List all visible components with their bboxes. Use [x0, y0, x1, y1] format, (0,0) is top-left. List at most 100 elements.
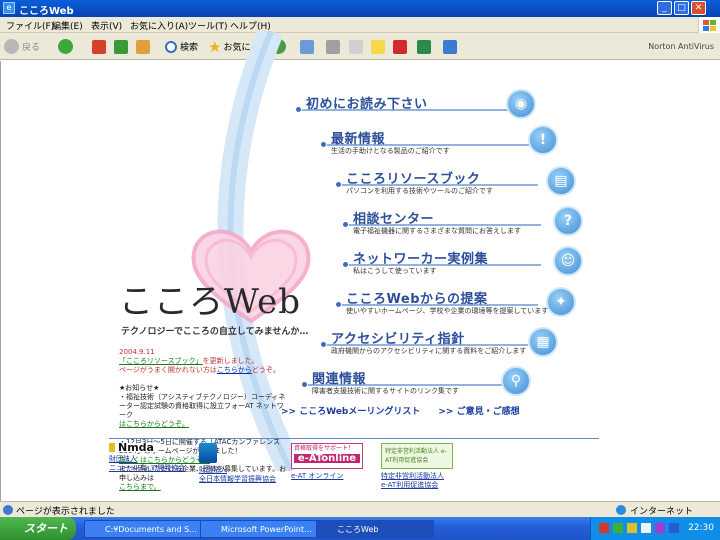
entry-description: 障害者支援技術に関するサイトのリンク集です	[312, 387, 459, 395]
tray-icon[interactable]	[669, 523, 679, 533]
search-label: 検索	[180, 43, 199, 53]
status-text: ページが表示されました	[16, 507, 115, 517]
org-line: e-AT オンライン	[291, 472, 344, 480]
entry-label[interactable]: 最新情報	[331, 128, 385, 147]
refresh-button[interactable]	[114, 38, 128, 55]
entry-bullet	[342, 261, 349, 268]
news-text: ページがうまく開かれない方は	[119, 366, 217, 374]
site-logo[interactable]: こころWeb	[119, 274, 301, 323]
menu-file[interactable]: ファイル(F)	[6, 19, 54, 32]
entry-bullet	[335, 301, 342, 308]
status-bar: ページが表示されました インターネット	[0, 501, 720, 517]
system-tray: 22:30	[590, 517, 720, 540]
entry-label[interactable]: 初めにお読み下さい	[306, 93, 428, 112]
task-explorer[interactable]: C:¥Documents and S...	[84, 520, 202, 538]
security-zone: インターネット	[630, 507, 694, 517]
tray-icon[interactable]	[655, 523, 665, 533]
org-eat-online[interactable]: 資格取得をサポート！ e-ATonline e-AT オンライン	[291, 443, 363, 481]
messenger-button[interactable]	[443, 38, 457, 55]
translate-button[interactable]	[417, 38, 431, 55]
window-title: こころWeb	[19, 6, 74, 17]
home-button[interactable]	[136, 38, 150, 55]
entry-bullet	[342, 221, 349, 228]
feedback-link[interactable]: >> ご意見・ご感想	[438, 404, 519, 417]
tray-icon[interactable]	[599, 523, 609, 533]
menu-favorites[interactable]: お気に入り(A)	[130, 19, 188, 32]
forward-arrow-icon	[58, 39, 73, 54]
entry-label[interactable]: 関連情報	[312, 368, 366, 387]
minimize-button[interactable]: _	[657, 1, 672, 15]
stop-button[interactable]	[92, 38, 106, 55]
apply-link[interactable]: こちらまで。	[119, 483, 289, 492]
org-line: 財団法人	[199, 466, 227, 474]
lightbulb-icon[interactable]: ✦	[546, 287, 576, 317]
entry-label[interactable]: アクセシビリティ指針	[331, 328, 465, 347]
entry-description: 使いやすいホームページ、学校や企業の環境等を提案しています	[346, 307, 549, 315]
maximize-button[interactable]: □	[674, 1, 689, 15]
entry-description: 政府機関からのアクセシビリティに関する資料をご紹介します	[331, 347, 527, 355]
entry-description: 私はこうして使っています	[353, 267, 437, 275]
globe-icon	[616, 505, 626, 515]
start-button[interactable]: スタート	[0, 517, 76, 540]
org-eat-promotion[interactable]: 特定非営利活動法人 e-AT利用促進協会 特定非営利活動法人 e-AT利用促進協…	[381, 443, 453, 490]
notice-link[interactable]: はこちらからどうぞ。	[119, 420, 289, 429]
ie-icon: e	[3, 2, 15, 14]
person-icon[interactable]: ☺	[553, 246, 583, 276]
tray-icon[interactable]	[627, 523, 637, 533]
entry-label[interactable]: 相談センター	[353, 208, 434, 227]
eat-promotion-banner: 特定非営利活動法人 e-AT利用促進協会	[381, 443, 453, 469]
org-line: ニューメディア開発協会	[109, 464, 186, 472]
search-icon	[165, 40, 177, 53]
refresh-icon	[114, 39, 128, 54]
forward-button[interactable]	[58, 38, 73, 55]
org-line: e-AT利用促進協会	[381, 481, 439, 489]
banner-badge: 資格取得をサポート！	[294, 445, 355, 452]
news-date: 2004.9.11	[119, 348, 155, 356]
tray-icon[interactable]	[613, 523, 623, 533]
entry-bullet	[320, 141, 327, 148]
org-nmda[interactable]: Nmda 財団法人 ニューメディア開発協会	[109, 442, 186, 473]
org-line: 全日本情報学習振興協会	[199, 475, 276, 483]
eye-icon[interactable]: ◉	[506, 89, 536, 119]
eat-online-banner: 資格取得をサポート！ e-ATonline	[291, 443, 363, 469]
entry-label[interactable]: ネットワーカー実例集	[353, 248, 488, 267]
back-arrow-icon	[4, 39, 19, 54]
notice-title: ★お知らせ★	[119, 384, 160, 392]
page-icon	[3, 505, 13, 515]
windows-logo-icon	[698, 17, 720, 33]
here-link[interactable]: こちらから	[217, 366, 252, 374]
close-button[interactable]: ✕	[691, 1, 706, 15]
entry-description: 生活の手助けとなる製品のご紹介です	[331, 147, 450, 155]
taskbar: スタート C:¥Documents and S... Microsoft Pow…	[0, 517, 720, 540]
tray-icon[interactable]	[641, 523, 651, 533]
clock[interactable]: 22:30	[688, 523, 714, 533]
entry-bullet	[295, 106, 302, 113]
search-button[interactable]: 検索	[165, 38, 198, 55]
entry-label[interactable]: こころリソースブック	[346, 168, 480, 187]
magnifier-icon[interactable]: ⚲	[501, 366, 531, 396]
mailing-list-link[interactable]: >> こころWebメーリングリスト	[281, 404, 420, 417]
entry-bullet	[335, 181, 342, 188]
menu-edit[interactable]: 編集(E)	[52, 19, 83, 32]
back-button[interactable]: 戻る	[4, 38, 40, 55]
menu-view[interactable]: 表示(V)	[91, 19, 122, 32]
entry-label[interactable]: こころWebからの提案	[346, 288, 488, 307]
translate-icon	[417, 39, 431, 54]
tagline: テクノロジーでこころの自立してみませんか…	[121, 327, 309, 337]
org-zenjoho[interactable]: 財団法人 全日本情報学習振興協会	[199, 443, 276, 484]
title-bar: e こころWeb _ □ ✕	[0, 0, 720, 17]
question-icon[interactable]: ?	[553, 206, 583, 236]
exclamation-icon[interactable]: !	[528, 125, 558, 155]
document-icon[interactable]: ▦	[528, 327, 558, 357]
book-icon[interactable]: ▤	[546, 166, 576, 196]
resource-book-link[interactable]: 「こころリソースブック」	[119, 357, 203, 365]
norton-label[interactable]: Norton AntiVirus	[648, 42, 714, 51]
task-powerpoint[interactable]: Microsoft PowerPoint...	[200, 520, 318, 538]
stop-icon	[92, 39, 106, 54]
messenger-icon	[443, 39, 457, 54]
entry-description: パソコンを利用する技術やツールのご紹介です	[346, 187, 493, 195]
zenjoho-logo-icon	[199, 443, 217, 463]
task-kokoro-web[interactable]: こころWeb	[316, 520, 434, 538]
page-content: こころWeb テクノロジーでこころの自立してみませんか… 2004.9.11 「…	[0, 31, 720, 501]
org-line: 財団法人	[109, 455, 137, 463]
